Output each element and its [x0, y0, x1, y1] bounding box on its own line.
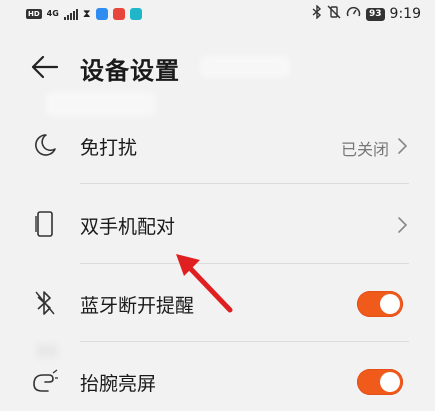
- app-icon-blue: [95, 8, 108, 20]
- toggle-knob: [380, 372, 400, 392]
- vibrate-icon: [327, 5, 341, 23]
- redacted-area: [200, 56, 290, 78]
- setting-row-raise-to-wake: 抬腕亮屏: [0, 342, 435, 411]
- raise-to-wake-toggle[interactable]: [357, 369, 403, 395]
- speed-icon: [346, 5, 361, 23]
- setting-label: 抬腕亮屏: [80, 373, 157, 395]
- device-settings-screen: HD 4G ⧗ 93 9:19 设备设置 免打扰 已关闭 双手机配对 蓝牙断开提…: [0, 0, 435, 411]
- moon-icon: [30, 130, 60, 160]
- wrist-raise-icon: [30, 367, 60, 397]
- setting-label: 双手机配对: [80, 216, 176, 238]
- phone-icon: [30, 209, 60, 239]
- setting-label: 免打扰: [80, 137, 138, 159]
- clock: 9:19: [389, 6, 421, 22]
- chevron-right-icon: [395, 216, 409, 234]
- app-icon-teal: [129, 8, 142, 20]
- bluetooth-alert-toggle[interactable]: [357, 291, 403, 317]
- app-icon-red: [112, 8, 125, 20]
- battery-icon: 93: [366, 7, 385, 21]
- status-bar-right: 93 9:19: [312, 4, 421, 23]
- redacted-area: [36, 344, 58, 358]
- setting-value: 已关闭: [340, 140, 389, 159]
- chevron-right-icon: [395, 137, 409, 155]
- annotation-arrow-icon: [176, 254, 233, 313]
- network-type: 4G: [46, 9, 59, 18]
- bluetooth-icon: [312, 4, 322, 23]
- toggle-knob: [380, 294, 400, 314]
- signal-icon: [63, 8, 78, 20]
- status-bar: HD 4G ⧗ 93 9:19: [0, 0, 435, 28]
- bluetooth-off-icon: [30, 288, 60, 318]
- hd-icon: HD: [26, 9, 42, 19]
- status-bar-left: HD 4G ⧗: [26, 7, 142, 21]
- hourglass-icon: ⧗: [82, 7, 91, 20]
- back-arrow-icon[interactable]: [30, 55, 60, 79]
- setting-row-do-not-disturb[interactable]: 免打扰 已关闭: [0, 108, 435, 184]
- page-title: 设备设置: [80, 57, 180, 85]
